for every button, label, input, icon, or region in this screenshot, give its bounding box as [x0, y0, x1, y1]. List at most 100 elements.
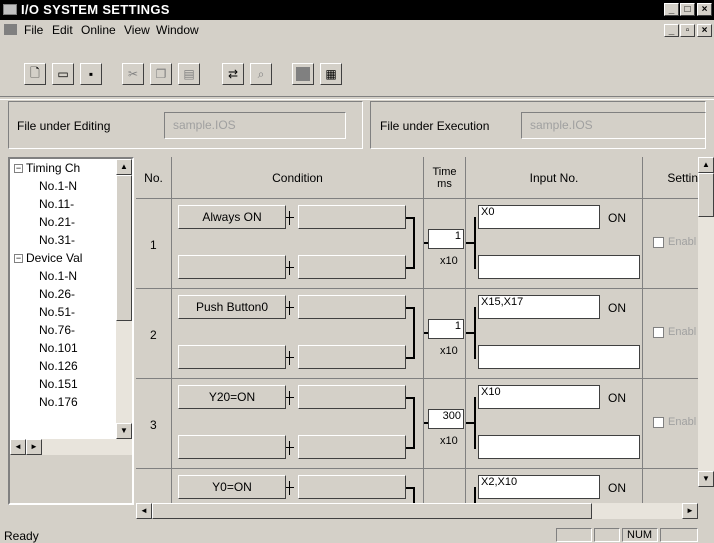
tree-item[interactable]: No.11- — [39, 197, 74, 211]
copy-icon[interactable]: ❐ — [150, 63, 172, 85]
new-file-icon[interactable]: 🗋 — [24, 63, 46, 85]
open-folder-icon[interactable]: ▭ — [52, 63, 74, 85]
input-field[interactable]: X0 — [478, 205, 600, 229]
condition-field[interactable] — [298, 345, 406, 369]
tree-item[interactable]: No.31- — [39, 233, 75, 247]
doc-restore-button[interactable]: ▫ — [680, 24, 695, 37]
enable-checkbox[interactable] — [653, 327, 664, 338]
time-field[interactable]: 1 — [428, 319, 464, 339]
tree-item[interactable]: No.176 — [39, 395, 78, 409]
table-vscroll[interactable]: ▲ ▼ — [698, 157, 714, 487]
menu-bar: File Edit Online View Window _ ▫ × — [0, 20, 714, 40]
input-field[interactable]: X10 — [478, 385, 600, 409]
header-input: Input No. — [466, 157, 643, 199]
save-icon[interactable]: ▪ — [80, 63, 102, 85]
menu-online[interactable]: Online — [81, 23, 116, 37]
condition-button[interactable]: Y20=ON — [178, 385, 286, 409]
scroll-down-icon[interactable]: ▼ — [698, 471, 714, 487]
status-panel — [556, 528, 592, 542]
time-multiplier: x10 — [440, 435, 458, 447]
condition-field[interactable] — [298, 435, 406, 459]
collapse-icon[interactable]: − — [14, 164, 23, 173]
doc-minimize-button[interactable]: _ — [664, 24, 679, 37]
close-button[interactable]: × — [697, 3, 712, 16]
condition-button[interactable] — [178, 435, 286, 459]
condition-button[interactable]: Y0=ON — [178, 475, 286, 499]
tree-hscroll[interactable]: ◄ ► — [10, 439, 132, 455]
header-no: No. — [136, 157, 172, 199]
input-field[interactable] — [478, 345, 640, 369]
tree-footer — [10, 455, 132, 503]
tree-item[interactable]: No.26- — [39, 287, 75, 301]
enable-label: Enabl — [668, 326, 697, 338]
condition-button[interactable] — [178, 255, 286, 279]
condition-button[interactable] — [178, 345, 286, 369]
tree-item-timing[interactable]: Timing Ch — [26, 161, 80, 175]
condition-field[interactable] — [298, 385, 406, 409]
scroll-thumb[interactable] — [152, 503, 592, 519]
tree-item[interactable]: No.151 — [39, 377, 78, 391]
window-title: I/O SYSTEM SETTINGS — [21, 2, 170, 17]
tree-item[interactable]: No.1-N — [39, 179, 77, 193]
menu-window[interactable]: Window — [156, 23, 199, 37]
enable-checkbox[interactable] — [653, 237, 664, 248]
table-row: 2 Push Button0 1 x10 X15,X17 ON Enabl — [136, 289, 701, 379]
input-state: ON — [608, 301, 626, 315]
scroll-down-icon[interactable]: ▼ — [116, 423, 132, 439]
condition-button[interactable]: Push Button0 — [178, 295, 286, 319]
menu-file[interactable]: File — [24, 23, 43, 37]
row-number: 2 — [150, 328, 157, 342]
scroll-left-icon[interactable]: ◄ — [136, 503, 152, 519]
tree-item[interactable]: No.76- — [39, 323, 75, 337]
collapse-icon[interactable]: − — [14, 254, 23, 263]
input-field[interactable]: X15,X17 — [478, 295, 600, 319]
status-panel — [594, 528, 620, 542]
tree-vscroll[interactable]: ▲ ▼ — [116, 159, 132, 439]
time-field[interactable]: 1 — [428, 229, 464, 249]
table-icon[interactable]: ▦ — [320, 63, 342, 85]
menu-edit[interactable]: Edit — [52, 23, 73, 37]
scroll-left-icon[interactable]: ◄ — [10, 439, 26, 455]
scroll-up-icon[interactable]: ▲ — [116, 159, 132, 175]
input-field[interactable]: X2,X10 — [478, 475, 600, 499]
scroll-thumb[interactable] — [116, 175, 132, 321]
time-multiplier: x10 — [440, 255, 458, 267]
input-state: ON — [608, 391, 626, 405]
enable-checkbox[interactable] — [653, 417, 664, 428]
transfer-icon[interactable]: ⇄ — [222, 63, 244, 85]
editing-label: File under Editing — [17, 119, 111, 133]
minimize-button[interactable]: _ — [664, 3, 679, 16]
condition-button[interactable]: Always ON — [178, 205, 286, 229]
scroll-thumb[interactable] — [698, 173, 714, 217]
row-number: 1 — [150, 238, 157, 252]
condition-field[interactable] — [298, 205, 406, 229]
search-icon[interactable]: ⌕ — [250, 63, 272, 85]
menu-view[interactable]: View — [124, 23, 150, 37]
tree-item[interactable]: No.1-N — [39, 269, 77, 283]
paste-icon[interactable]: ▤ — [178, 63, 200, 85]
condition-field[interactable] — [298, 255, 406, 279]
cut-icon[interactable]: ✂ — [122, 63, 144, 85]
scroll-right-icon[interactable]: ► — [26, 439, 42, 455]
tree-item[interactable]: No.21- — [39, 215, 75, 229]
execution-field: sample.IOS — [521, 112, 706, 139]
time-field[interactable]: 300 — [428, 409, 464, 429]
table-hscroll[interactable]: ◄ ► — [136, 503, 698, 519]
tree-item[interactable]: No.126 — [39, 359, 78, 373]
time-multiplier: x10 — [440, 345, 458, 357]
maximize-button[interactable]: □ — [680, 3, 695, 16]
condition-field[interactable] — [298, 295, 406, 319]
header-time: Time ms — [424, 157, 466, 199]
monitor-icon[interactable] — [292, 63, 314, 85]
input-field[interactable] — [478, 255, 640, 279]
tree-item-device[interactable]: Device Val — [26, 251, 82, 265]
tree-item[interactable]: No.51- — [39, 305, 75, 319]
scroll-right-icon[interactable]: ► — [682, 503, 698, 519]
doc-close-button[interactable]: × — [697, 24, 712, 37]
scroll-up-icon[interactable]: ▲ — [698, 157, 714, 173]
condition-field[interactable] — [298, 475, 406, 499]
input-field[interactable] — [478, 435, 640, 459]
tree-item[interactable]: No.101 — [39, 341, 78, 355]
condition-table: No. Condition Time ms Input No. Settin 1… — [136, 157, 701, 505]
title-bar: I/O SYSTEM SETTINGS _ □ × — [0, 0, 714, 20]
